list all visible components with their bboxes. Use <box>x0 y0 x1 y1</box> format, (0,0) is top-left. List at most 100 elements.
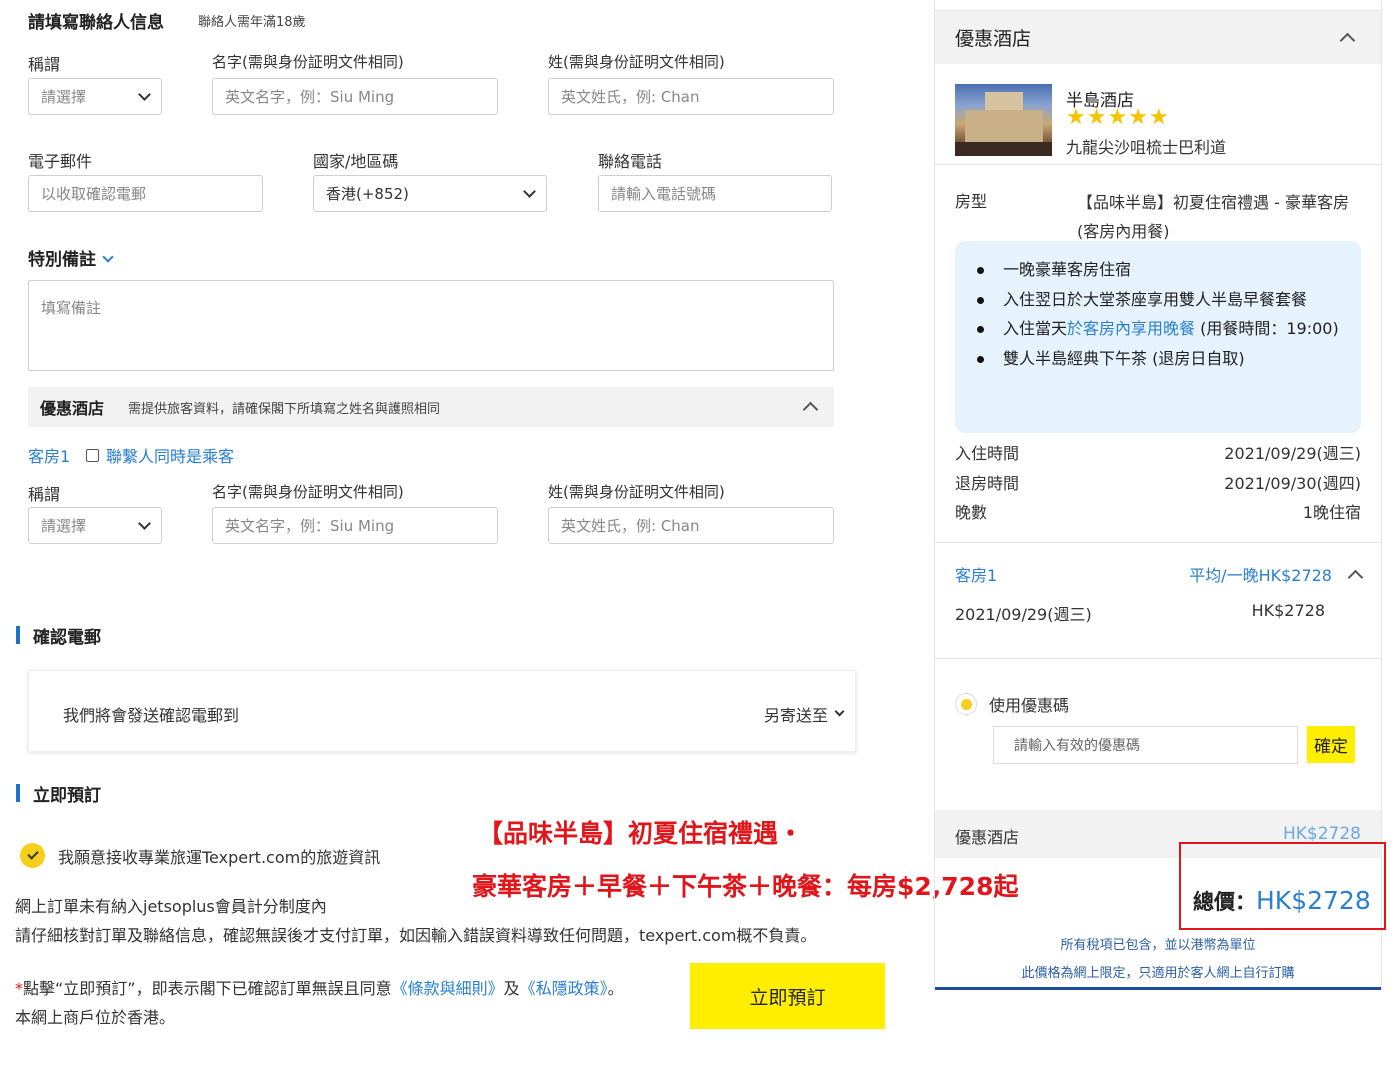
star-icon: ★ <box>1128 105 1148 130</box>
perk-text: (用餐時間：19:00) <box>1195 319 1339 338</box>
privacy-link[interactable]: 《私隱政策》 <box>520 979 608 998</box>
first-name-placeholder: 英文名字，例：Siu Ming <box>225 88 395 106</box>
room1-label: 客房1 <box>28 447 71 466</box>
email-input[interactable]: 以收取確認電郵 <box>28 175 263 212</box>
chevron-up-icon <box>802 401 819 418</box>
perk-text: 入住當天 <box>1003 319 1068 338</box>
perk-item: 一晚豪華客房住宿 <box>977 255 1339 285</box>
coupon-placeholder: 請輸入有效的優惠碼 <box>1014 738 1140 754</box>
promo-line-1: 【品味半島】初夏住宿禮遇・ <box>478 819 804 848</box>
booking-title: 立即預訂 <box>33 786 101 806</box>
confirm-email-title: 確認電郵 <box>33 628 101 648</box>
salutation-select-value: 請選擇 <box>41 88 87 106</box>
phone-label: 聯絡電話 <box>598 152 663 171</box>
member-note: 網上訂單未有納入jetsoplus會員計分制度內 <box>15 897 327 916</box>
star-icon: ★ <box>1107 105 1128 130</box>
salutation-select[interactable]: 請選擇 <box>28 78 162 115</box>
star-icon: ★ <box>1066 105 1086 130</box>
coupon-confirm-button[interactable]: 確定 <box>1307 726 1355 763</box>
guest-first-name-label: 名字(需與身份証明文件相同) <box>212 483 404 501</box>
hotel-address: 九龍尖沙咀梳士巴利道 <box>1066 138 1227 157</box>
guest-last-name-input[interactable]: 英文姓氏，例: Chan <box>548 507 834 544</box>
panel-bottom-bar <box>935 987 1381 990</box>
chevron-down-icon <box>138 87 151 101</box>
coupon-input[interactable]: 請輸入有效的優惠碼 <box>993 726 1298 764</box>
same-as-contact-label: 聯繫人同時是乘客 <box>106 447 235 466</box>
contact-title: 請填寫聯絡人信息 <box>28 13 164 33</box>
coupon-label: 使用優惠碼 <box>989 696 1070 715</box>
country-code-value: 香港(+852) <box>326 185 409 203</box>
chevron-up-icon <box>1339 32 1356 49</box>
last-name-input[interactable]: 英文姓氏，例: Chan <box>548 78 834 115</box>
checkbox-icon <box>86 448 99 462</box>
tax-note: 所有稅項已包含，並以港幣為單位 <box>1060 938 1256 953</box>
room-type-label: 房型 <box>955 192 988 211</box>
required-mark: * <box>15 979 23 998</box>
confirm-email-card: 我們將會發送確認電郵到 另寄送至 <box>28 670 856 752</box>
guest-salutation-value: 請選擇 <box>41 517 87 535</box>
chevron-down-icon <box>834 706 845 717</box>
radio-icon <box>955 693 977 715</box>
total-row: 總價： HK$2728 <box>1193 886 1371 916</box>
guest-last-name-label: 姓(需與身份証明文件相同) <box>548 483 725 501</box>
perks-box: 一晚豪華客房住宿 入住翌日於大堂茶座享用雙人半島早餐套餐 入住當天於客房內享用晚餐 … <box>955 241 1361 433</box>
contact-age-note: 聯絡人需年滿18歲 <box>198 15 306 30</box>
remarks-toggle[interactable]: 特別備註 <box>28 245 114 270</box>
room-type-value: 【品味半島】初夏住宿禮遇 - 豪華客房 (客房內用餐) <box>1077 193 1349 241</box>
night-date: 2021/09/29(週三) <box>955 605 1092 624</box>
check-circle-icon <box>20 843 45 868</box>
merchant-note: 本網上商戶位於香港。 <box>15 1008 176 1027</box>
total-value: HK$2728 <box>1256 886 1371 915</box>
total-label: 總價： <box>1193 890 1256 914</box>
perk-text: 雙人半島經典下午茶 (退房日自取) <box>1003 348 1245 368</box>
chevron-down-icon <box>523 184 536 198</box>
hotel-guest-title: 優惠酒店 <box>40 399 105 418</box>
summary-room-label: 客房1 <box>955 566 998 585</box>
send-to-dropdown[interactable]: 另寄送至 <box>763 702 845 726</box>
perk-item: 雙人半島經典下午茶 (退房日自取) <box>977 344 1339 374</box>
terms-link[interactable]: 《條款與細則》 <box>392 979 504 998</box>
perk-text: 一晚豪華客房住宿 <box>1003 260 1132 279</box>
checkin-value: 2021/09/29(週三) <box>1224 444 1361 463</box>
email-label: 電子郵件 <box>28 152 93 171</box>
phone-input[interactable]: 請輸入電話號碼 <box>598 175 832 212</box>
guest-last-name-placeholder: 英文姓氏，例: Chan <box>561 517 700 535</box>
summary-title: 優惠酒店 <box>955 28 1032 50</box>
order-summary-panel: 優惠酒店 半島酒店 ★ ★ ★ ★ ★ 九龍尖沙咀梳士巴利道 房型 【品味半島】… <box>934 0 1386 990</box>
country-code-select[interactable]: 香港(+852) <box>313 175 547 212</box>
room-price-toggle[interactable]: 平均/一晚HK$2728 <box>1189 562 1364 586</box>
phone-placeholder: 請輸入電話號碼 <box>611 185 717 203</box>
same-as-contact-checkbox[interactable]: 聯繫人同時是乘客 <box>86 443 234 467</box>
chevron-down-icon <box>138 516 151 530</box>
first-name-input[interactable]: 英文名字，例：Siu Ming <box>212 78 498 115</box>
hotel-rating: ★ ★ ★ ★ ★ <box>1066 107 1169 129</box>
star-icon: ★ <box>1086 105 1107 130</box>
send-to-label: 另寄送至 <box>763 706 828 725</box>
book-now-button[interactable]: 立即預訂 <box>690 963 885 1029</box>
checkin-label: 入住時間 <box>955 444 1020 463</box>
remarks-title: 特別備註 <box>28 250 96 270</box>
country-code-label: 國家/地區碼 <box>313 152 399 171</box>
terms-text-a: 點擊“立即預訂”，即表示閣下已確認訂單無誤且同意 <box>23 979 392 998</box>
guest-salutation-select[interactable]: 請選擇 <box>28 507 162 544</box>
perk-item: 入住翌日於大堂茶座享用雙人半島早餐套餐 <box>977 285 1339 315</box>
guest-first-name-input[interactable]: 英文名字，例：Siu Ming <box>212 507 498 544</box>
nights-label: 晚數 <box>955 503 988 522</box>
perk-text: 入住翌日於大堂茶座享用雙人半島早餐套餐 <box>1003 289 1308 309</box>
newsletter-checkbox[interactable]: 我願意接收專業旅運Texpert.com的旅遊資訊 <box>20 843 380 868</box>
summary-header[interactable]: 優惠酒店 <box>935 10 1381 64</box>
remarks-textarea[interactable]: 填寫備註 <box>28 280 834 371</box>
email-placeholder: 以收取確認電郵 <box>41 185 147 203</box>
hotel-guest-header[interactable]: 優惠酒店 需提供旅客資料，請確保閣下所填寫之姓名與護照相同 <box>28 387 834 427</box>
guest-first-name-placeholder: 英文名字，例：Siu Ming <box>225 517 395 535</box>
terms-end: 。 <box>607 979 624 998</box>
online-note: 此價格為網上限定，只適用於客人網上自行訂購 <box>1021 966 1295 981</box>
perk-link[interactable]: 於客房內享用晚餐 <box>1067 319 1195 338</box>
chevron-down-icon <box>102 250 114 263</box>
hotel-guest-note: 需提供旅客資料，請確保閣下所填寫之姓名與護照相同 <box>128 401 441 417</box>
subtotal-value: HK$2728 <box>1282 824 1361 844</box>
coupon-radio[interactable]: 使用優惠碼 <box>955 692 1069 716</box>
confirm-email-text: 我們將會發送確認電郵到 <box>63 706 240 725</box>
first-name-label: 名字(需與身份証明文件相同) <box>212 53 404 71</box>
avg-price: 平均/一晚HK$2728 <box>1189 566 1332 585</box>
